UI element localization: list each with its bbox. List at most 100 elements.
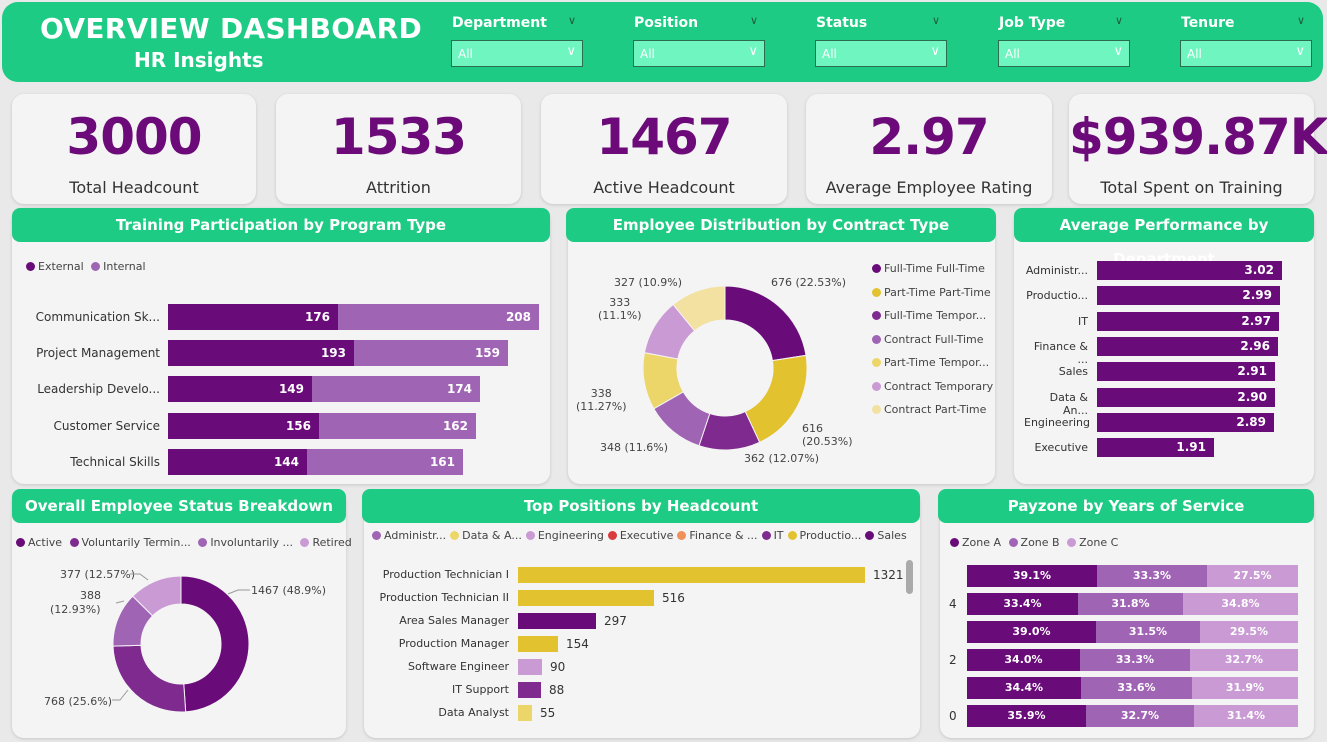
bar[interactable] — [518, 567, 865, 583]
legend-item[interactable]: Contract Full-Time — [872, 333, 984, 346]
bar[interactable]: 2.97 — [1097, 311, 1279, 331]
filter-dropdown[interactable]: All ∨ — [451, 40, 583, 67]
legend-zone-c[interactable]: Zone C — [1067, 536, 1118, 549]
legend-item[interactable]: Engineering — [525, 529, 604, 542]
legend-item[interactable]: Finance & ... — [677, 529, 758, 542]
bar-segment[interactable]: 32.7% — [1190, 649, 1298, 671]
bar[interactable] — [518, 636, 558, 652]
legend-item[interactable]: Sales — [865, 529, 907, 542]
bar-segment[interactable]: 39.1% — [967, 565, 1097, 587]
chevron-down-icon[interactable]: ∨ — [750, 14, 758, 27]
kpi-label: Total Spent on Training — [1100, 178, 1283, 197]
donut-slice[interactable] — [180, 576, 249, 712]
bar[interactable]: 2.90 — [1097, 387, 1275, 407]
legend-item[interactable]: Data & A... — [450, 529, 522, 542]
bar[interactable] — [518, 590, 654, 606]
legend-item[interactable]: Administr... — [372, 529, 446, 542]
bar-segment[interactable]: 31.9% — [1192, 677, 1298, 699]
bar-segment[interactable]: 161 — [307, 449, 463, 475]
legend-retired[interactable]: Retired — [300, 536, 352, 549]
bar[interactable] — [518, 682, 541, 698]
performance-title: Average Performance by Department — [1014, 208, 1314, 268]
filter-dropdown[interactable]: All ∨ — [815, 40, 947, 67]
bar-segment[interactable]: 144 — [168, 449, 307, 475]
data-label-line: 333 — [609, 296, 631, 309]
dot-icon — [607, 531, 617, 540]
legend-active[interactable]: Active — [16, 536, 62, 549]
bar[interactable]: 2.89 — [1097, 412, 1274, 432]
bar[interactable] — [518, 705, 532, 721]
bar-segment[interactable]: 27.5% — [1207, 565, 1298, 587]
donut-slice[interactable] — [744, 354, 808, 444]
legend-external[interactable]: External — [26, 260, 84, 273]
legend-item[interactable]: Part-Time Tempor... — [872, 356, 989, 369]
bar[interactable]: 1.91 — [1097, 438, 1214, 458]
bar-segment[interactable]: 39.0% — [967, 621, 1096, 643]
legend-zone-b[interactable]: Zone B — [1008, 536, 1060, 549]
bar-segment[interactable]: 162 — [319, 413, 476, 439]
bar-segment[interactable]: 35.9% — [967, 705, 1086, 727]
filter-dropdown[interactable]: All ∨ — [633, 40, 765, 67]
filter-value: All — [822, 47, 837, 61]
bar-segment[interactable]: 31.8% — [1078, 593, 1183, 615]
chevron-down-icon[interactable]: ∨ — [568, 14, 576, 27]
legend-item[interactable]: Full-Time Full-Time — [872, 262, 985, 275]
category-label: Project Management — [36, 346, 160, 360]
bar-segment[interactable]: 159 — [354, 340, 508, 366]
bar[interactable] — [518, 659, 542, 675]
bar-segment[interactable]: 149 — [168, 376, 312, 402]
bar-segment[interactable]: 174 — [312, 376, 480, 402]
dot-icon — [872, 287, 881, 297]
legend-internal[interactable]: Internal — [91, 260, 146, 273]
legend-voluntary[interactable]: Voluntarily Termin... — [69, 536, 191, 549]
bar-segment[interactable]: 32.7% — [1086, 705, 1194, 727]
bar[interactable]: 2.99 — [1097, 286, 1280, 306]
bar-segment[interactable]: 208 — [338, 304, 539, 330]
bar-segment[interactable]: 34.8% — [1183, 593, 1298, 615]
legend-item[interactable]: Productio... — [787, 529, 861, 542]
bar[interactable]: 2.91 — [1097, 362, 1275, 382]
bar[interactable] — [518, 613, 596, 629]
donut-slice[interactable] — [724, 285, 807, 362]
bar-segment[interactable]: 33.3% — [1080, 649, 1190, 671]
dot-icon — [872, 405, 881, 414]
positions-scrollbar[interactable] — [906, 560, 913, 594]
chevron-down-icon[interactable]: ∨ — [932, 14, 940, 27]
status-label-active: 1467 (48.9%) — [251, 584, 327, 597]
legend-item[interactable]: Full-Time Tempor... — [872, 309, 986, 322]
bar-segment[interactable]: 33.4% — [967, 593, 1078, 615]
bar-segment[interactable]: 31.5% — [1096, 621, 1200, 643]
dot-icon — [677, 531, 687, 540]
legend-item[interactable]: IT — [761, 529, 784, 542]
legend-item[interactable]: Part-Time Part-Time — [872, 286, 991, 299]
legend-item[interactable]: Contract Temporary — [872, 380, 993, 393]
bar-segment[interactable]: 33.6% — [1081, 677, 1192, 699]
legend-label: Sales — [877, 529, 907, 542]
legend-label: Contract Full-Time — [884, 332, 984, 346]
bar-segment[interactable]: 193 — [168, 340, 354, 366]
bar[interactable]: 2.96 — [1097, 336, 1278, 356]
filter-dropdown[interactable]: All ∨ — [1180, 40, 1312, 67]
bar[interactable]: 3.02 — [1097, 261, 1282, 280]
legend-item[interactable]: Executive — [607, 529, 673, 542]
category-label: IT Support — [452, 683, 509, 696]
bar-segment[interactable]: 31.4% — [1194, 705, 1298, 727]
filter-dropdown[interactable]: All ∨ — [998, 40, 1130, 67]
donut-slice[interactable] — [113, 644, 187, 712]
dot-icon — [198, 538, 208, 547]
bar-segment[interactable]: 29.5% — [1200, 621, 1298, 643]
legend-item[interactable]: Contract Part-Time — [872, 403, 986, 416]
legend-involuntary[interactable]: Involuntarily ... — [198, 536, 293, 549]
bar-segment[interactable]: 34.0% — [967, 649, 1080, 671]
chevron-down-icon[interactable]: ∨ — [1297, 14, 1305, 27]
dot-icon — [865, 531, 875, 540]
legend-zone-a[interactable]: Zone A — [950, 536, 1001, 549]
legend-label: Administr... — [384, 529, 447, 542]
category-label: IT — [1078, 314, 1088, 328]
bar-segment[interactable]: 156 — [168, 413, 319, 439]
chevron-down-icon[interactable]: ∨ — [1115, 14, 1123, 27]
category-label: Data & An... — [1049, 390, 1088, 417]
bar-segment[interactable]: 34.4% — [967, 677, 1081, 699]
bar-segment[interactable]: 176 — [168, 304, 338, 330]
bar-segment[interactable]: 33.3% — [1097, 565, 1207, 587]
